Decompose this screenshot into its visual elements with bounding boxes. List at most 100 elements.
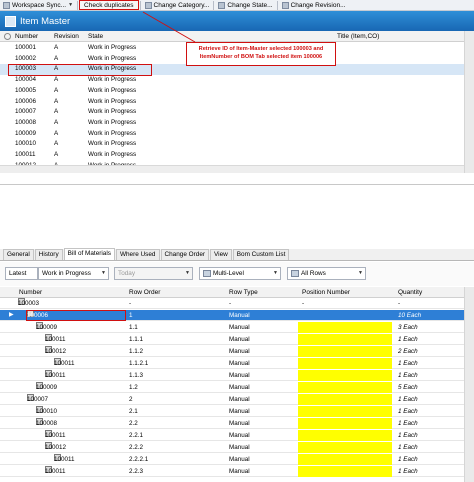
cell-quantity[interactable]: 1 Each <box>398 466 418 477</box>
column-header-row-order[interactable]: Row Order <box>129 287 160 298</box>
cell-row-type: Manual <box>229 360 250 367</box>
bom-row[interactable]: 100011 2.2.3 Manual 1 Each <box>0 466 474 478</box>
sync-icon <box>3 1 10 9</box>
cell-row-type: Manual <box>229 384 250 391</box>
cell-revision: A <box>54 129 59 137</box>
tab-bom-custom-list[interactable]: Bom Custom List <box>232 249 290 260</box>
position-number-cell-highlight <box>298 370 392 381</box>
cell-row-type: Manual <box>229 468 250 475</box>
cell-quantity[interactable]: 1 Each <box>398 454 418 465</box>
tab-where-used[interactable]: Where Used <box>115 249 160 260</box>
bom-row[interactable]: 100011 1.1.2.1 Manual 1 Each <box>0 358 474 370</box>
cell-quantity[interactable]: 1 Each <box>398 442 418 453</box>
cell-state: Work in Progress <box>88 140 137 148</box>
cell-quantity[interactable]: 5 Each <box>398 382 418 393</box>
bom-vertical-scrollbar[interactable] <box>464 287 474 482</box>
cell-state: Work in Progress <box>88 129 137 137</box>
table-row[interactable]: 100006 A Work in Progress <box>0 97 474 108</box>
cell-quantity[interactable]: - <box>398 298 400 309</box>
table-row[interactable]: 100009 A Work in Progress <box>0 129 474 140</box>
vertical-scrollbar[interactable] <box>464 31 474 173</box>
tab-change-order[interactable]: Change Order <box>160 249 209 260</box>
cell-row-order: 2.2.2 <box>129 444 144 451</box>
table-row[interactable]: 100004 A Work in Progress <box>0 75 474 86</box>
cell-number: 100008 <box>36 420 58 427</box>
cell-quantity[interactable]: 1 Each <box>398 430 418 441</box>
column-header-revision[interactable]: Revision <box>54 31 79 42</box>
bom-row[interactable]: 100011 2.2.1 Manual 1 Each <box>0 430 474 442</box>
check-duplicates-button[interactable]: Check duplicates <box>79 0 139 10</box>
bom-row[interactable]: 100009 1.2 Manual 5 Each <box>0 382 474 394</box>
cell-number: 100012 <box>45 348 67 355</box>
column-header-state[interactable]: State <box>88 31 103 42</box>
column-header-quantity[interactable]: Quantity <box>398 287 422 298</box>
cell-number: 100006 <box>15 97 37 105</box>
tab-view[interactable]: View <box>210 249 232 260</box>
current-row-arrow-icon: ▶ <box>9 312 14 318</box>
bom-row[interactable]: 100011 1.1.3 Manual 1 Each <box>0 370 474 382</box>
date-filter-select[interactable]: Today ▼ <box>114 267 193 280</box>
bom-row[interactable]: −1000091.1Manual3 Each <box>0 322 474 334</box>
column-header-position-number[interactable]: Position Number <box>302 287 350 298</box>
revision-filter-select[interactable]: Latest <box>5 267 38 280</box>
column-header-number[interactable]: Number <box>15 31 38 42</box>
bom-row[interactable]: −1000072Manual1 Each <box>0 394 474 406</box>
cell-revision: A <box>54 140 59 148</box>
table-row[interactable]: 100005 A Work in Progress <box>0 86 474 97</box>
tab-bill-of-materials[interactable]: Bill of Materials <box>63 248 115 260</box>
state-icon <box>218 1 226 9</box>
table-row[interactable]: 100011 A Work in Progress <box>0 150 474 161</box>
cell-row-type: Manual <box>229 336 250 343</box>
bom-row[interactable]: 100011 2.2.2.1 Manual 1 Each <box>0 454 474 466</box>
change-state-button[interactable]: Change State... <box>215 0 275 10</box>
table-row[interactable]: 100007 A Work in Progress <box>0 107 474 118</box>
cell-position-number[interactable]: - <box>302 298 304 309</box>
item-master-icon <box>5 15 16 27</box>
column-header-row-type[interactable]: Row Type <box>229 287 258 298</box>
cell-number: 100011 <box>45 432 66 439</box>
cell-quantity[interactable]: 1 Each <box>398 394 418 405</box>
cell-row-order: 1.2 <box>129 384 138 391</box>
table-row[interactable]: 100010 A Work in Progress <box>0 139 474 150</box>
chevron-down-icon: ▼ <box>101 270 106 276</box>
bom-row[interactable]: 100010 2.1 Manual 1 Each <box>0 406 474 418</box>
cell-quantity[interactable]: 10 Each <box>398 310 421 321</box>
column-header-title[interactable]: Title (Item,CO) <box>337 31 379 42</box>
cell-number: 100007 <box>27 396 49 403</box>
cell-number: 100010 <box>36 408 58 415</box>
cell-quantity[interactable]: 1 Each <box>398 334 418 345</box>
tab-general[interactable]: General <box>3 249 34 260</box>
horizontal-scrollbar[interactable] <box>0 165 464 173</box>
rows-filter-select[interactable]: All Rows ▼ <box>287 267 366 280</box>
change-category-button[interactable]: Change Category... <box>142 0 213 10</box>
cell-row-order: - <box>129 300 132 307</box>
cell-quantity[interactable]: 1 Each <box>398 406 418 417</box>
position-number-cell-highlight <box>298 406 392 417</box>
bom-row[interactable]: −1000121.1.2Manual2 Each <box>0 346 474 358</box>
cell-quantity[interactable]: 3 Each <box>398 322 418 333</box>
select-all-radio[interactable] <box>4 33 11 40</box>
workspace-sync-button[interactable]: Workspace Sync... ▼ <box>0 0 76 10</box>
change-revision-button[interactable]: Change Revision... <box>279 0 349 10</box>
toolbar-separator <box>213 0 215 10</box>
cell-quantity[interactable]: 1 Each <box>398 370 418 381</box>
cell-row-order: 2.2.1 <box>129 432 144 439</box>
level-filter-select[interactable]: Multi-Level ▼ <box>199 267 281 280</box>
cell-row-type: Manual <box>229 444 250 451</box>
cell-quantity[interactable]: 1 Each <box>398 418 418 429</box>
annotation-arrow <box>142 11 196 43</box>
state-filter-select[interactable]: Work in Progress ▼ <box>38 267 109 280</box>
cell-quantity[interactable]: 1 Each <box>398 358 418 369</box>
bom-row[interactable]: −1000082.2Manual1 Each <box>0 418 474 430</box>
bom-row[interactable]: −1000122.2.2Manual1 Each <box>0 442 474 454</box>
table-row[interactable]: 100008 A Work in Progress <box>0 118 474 129</box>
bom-row[interactable]: 100011 1.1.1 Manual 1 Each <box>0 334 474 346</box>
cell-state: Work in Progress <box>88 44 137 51</box>
tab-history[interactable]: History <box>34 249 63 260</box>
column-header-number[interactable]: Number <box>19 287 42 298</box>
category-icon <box>144 1 152 9</box>
date-filter-value: Today <box>118 270 136 277</box>
bom-row[interactable]: −100003---- <box>0 298 474 310</box>
position-number-cell-highlight <box>298 358 392 369</box>
cell-quantity[interactable]: 2 Each <box>398 346 418 357</box>
